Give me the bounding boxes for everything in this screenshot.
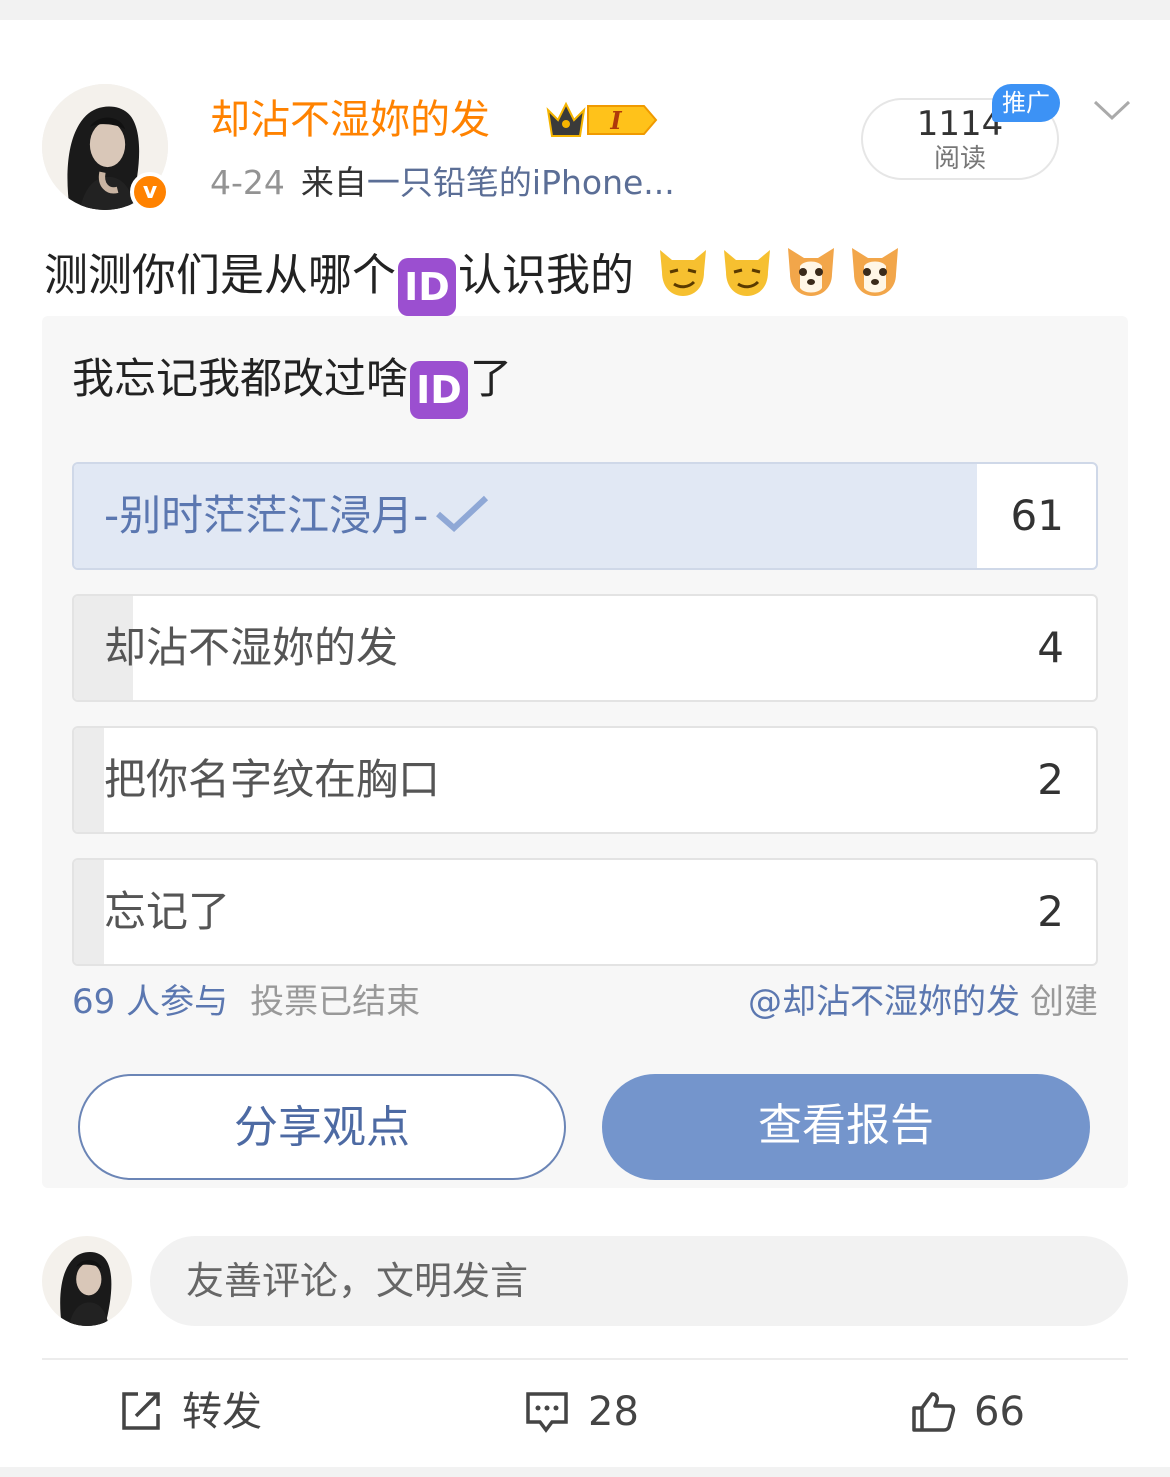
poll-option-label: 忘记了 bbox=[104, 887, 231, 936]
poll-title-suffix: 了 bbox=[470, 354, 513, 403]
like-button[interactable]: 66 bbox=[910, 1380, 1025, 1444]
post-text-part2: 认识我的 bbox=[458, 250, 634, 301]
id-emoji-icon: ID bbox=[398, 258, 456, 316]
share-opinion-button[interactable]: 分享观点 bbox=[78, 1074, 566, 1180]
poll-option-fill bbox=[74, 728, 104, 832]
post-source-device[interactable]: 一只铅笔的iPhone... bbox=[367, 163, 675, 202]
poll-option-2[interactable]: 却沾不湿妳的发 4 bbox=[72, 594, 1098, 702]
view-report-button[interactable]: 查看报告 bbox=[602, 1074, 1090, 1180]
id-emoji-icon: ID bbox=[410, 361, 469, 419]
post-date: 4-24 bbox=[210, 163, 285, 202]
poll-option-count: 2 bbox=[1037, 887, 1064, 936]
poll-option-count: 61 bbox=[1010, 491, 1064, 540]
chevron-down-icon[interactable] bbox=[1092, 96, 1132, 126]
cat-smirk-icon bbox=[724, 250, 770, 296]
comment-icon bbox=[526, 1392, 568, 1433]
poll-creator-action: 创建 bbox=[1030, 982, 1098, 1022]
poll-option-label-wrap: -别时茫茫江浸月- bbox=[104, 464, 490, 568]
vip-crown-icon: I bbox=[546, 101, 658, 137]
comment-count: 28 bbox=[588, 1389, 639, 1435]
post-body: 测测你们是从哪个 ID 认识我的 bbox=[44, 242, 904, 316]
promo-badge: 推广 bbox=[992, 84, 1060, 122]
avatar-photo bbox=[42, 1236, 132, 1326]
thumbs-up-icon bbox=[912, 1392, 956, 1432]
repost-label: 转发 bbox=[182, 1389, 262, 1435]
check-icon bbox=[436, 495, 489, 533]
poll-option-label: -别时茫茫江浸月- bbox=[104, 491, 429, 540]
comment-button[interactable]: 28 bbox=[524, 1380, 639, 1444]
divider bbox=[42, 1358, 1128, 1360]
poll-option-fill bbox=[74, 860, 104, 964]
repost-icon bbox=[122, 1392, 160, 1430]
commenter-avatar[interactable] bbox=[42, 1236, 132, 1326]
cat-smirk-icon bbox=[660, 250, 706, 296]
repost-button[interactable]: 转发 bbox=[118, 1380, 262, 1444]
post-text-part1: 测测你们是从哪个 bbox=[44, 250, 396, 301]
poll-option-3[interactable]: 把你名字纹在胸口 2 bbox=[72, 726, 1098, 834]
poll-option-count: 2 bbox=[1037, 755, 1064, 804]
post-username[interactable]: 却沾不湿妳的发 bbox=[210, 92, 490, 148]
poll-footer: 69 人参与 投票已结束 @却沾不湿妳的发 创建 bbox=[72, 978, 1098, 1026]
poll-status: 投票已结束 bbox=[250, 982, 421, 1022]
post-meta: 4-24 来自一只铅笔的iPhone... bbox=[210, 160, 675, 206]
poll-option-4[interactable]: 忘记了 2 bbox=[72, 858, 1098, 966]
read-label: 阅读 bbox=[933, 144, 986, 174]
poll-card: 我忘记我都改过啥 ID 了 -别时茫茫江浸月- 61 却沾不湿妳的发 4 把你名字纹… bbox=[42, 316, 1128, 1188]
poll-creator: @却沾不湿妳的发 创建 bbox=[748, 978, 1098, 1026]
weibo-post-card: v 却沾不湿妳的发 I 4-24 来自一只铅笔的iPhone... 1114 阅读… bbox=[0, 20, 1170, 1467]
poll-title: 我忘记我都改过啥 ID 了 bbox=[72, 348, 512, 419]
dog-face-icon bbox=[788, 248, 834, 296]
verified-badge-icon: v bbox=[130, 172, 170, 212]
post-source-prefix: 来自 bbox=[300, 163, 367, 202]
like-count: 66 bbox=[974, 1389, 1025, 1435]
vip-level: I bbox=[609, 106, 622, 135]
dog-face-icon bbox=[852, 248, 898, 296]
poll-option-1[interactable]: -别时茫茫江浸月- 61 bbox=[72, 462, 1098, 570]
poll-title-text: 我忘记我都改过啥 bbox=[72, 354, 409, 403]
poll-option-count: 4 bbox=[1037, 623, 1064, 672]
comment-input[interactable]: 友善评论，文明发言 bbox=[150, 1236, 1128, 1326]
poll-option-label: 却沾不湿妳的发 bbox=[104, 623, 399, 672]
poll-creator-link[interactable]: @却沾不湿妳的发 bbox=[748, 982, 1020, 1022]
poll-participants[interactable]: 69 人参与 bbox=[72, 982, 228, 1022]
poll-option-label: 把你名字纹在胸口 bbox=[104, 755, 441, 804]
